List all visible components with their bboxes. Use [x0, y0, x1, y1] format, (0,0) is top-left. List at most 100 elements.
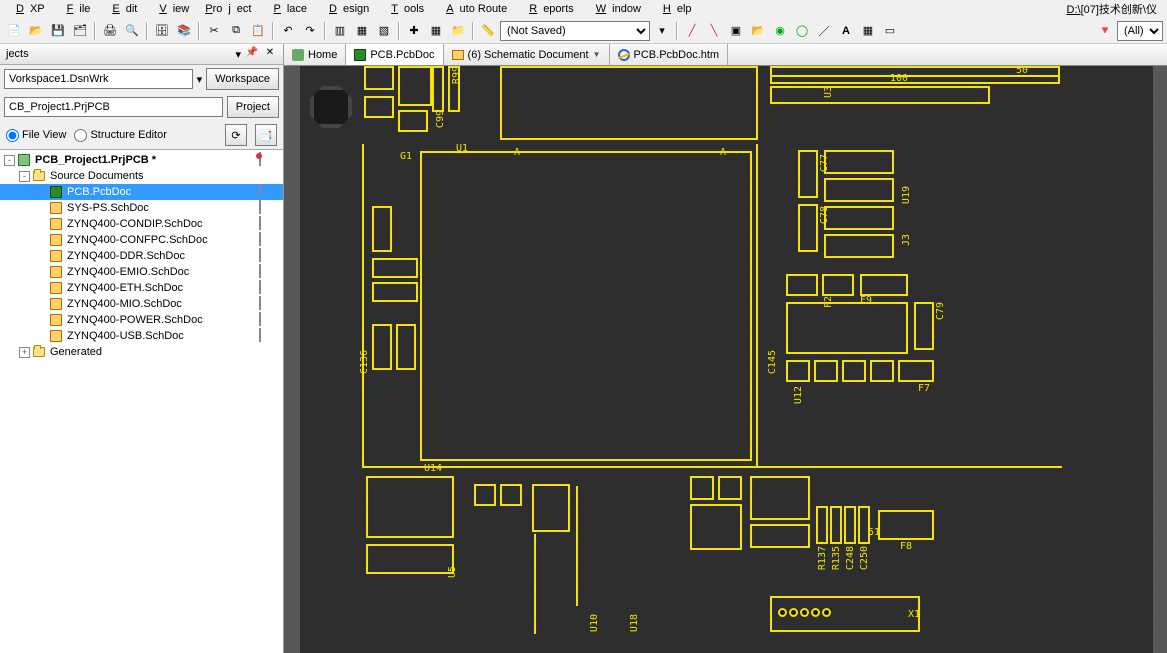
tree-expander-icon[interactable]: -: [19, 171, 30, 182]
tb-plus-icon[interactable]: ✚: [404, 21, 424, 41]
silk-rect: [878, 510, 934, 540]
tb-grid-icon[interactable]: ▦: [858, 21, 878, 41]
panel-compile-icon[interactable]: ⟳: [225, 124, 247, 146]
menu-edit[interactable]: Edit: [100, 2, 143, 16]
tree-row[interactable]: PCB.PcbDoc: [0, 184, 283, 200]
tb-preview-icon[interactable]: 🔍: [122, 21, 142, 41]
workspace-button[interactable]: Workspace: [206, 68, 279, 90]
menu-file[interactable]: File: [55, 2, 97, 16]
tb-dd-icon[interactable]: ▾: [652, 21, 672, 41]
sch-icon: [49, 297, 63, 311]
doc-tab[interactable]: Home: [284, 44, 346, 65]
tb-cut-icon[interactable]: ✂: [204, 21, 224, 41]
save-state-combo[interactable]: (Not Saved): [500, 21, 650, 41]
tb-pad-icon[interactable]: ◯: [792, 21, 812, 41]
silk-label: R135: [832, 546, 842, 570]
structure-radio-input[interactable]: [74, 129, 87, 142]
tb-open-icon[interactable]: 📂: [26, 21, 46, 41]
tb-layer2-icon[interactable]: ▦: [352, 21, 372, 41]
tb-tree-icon[interactable]: 🗄: [152, 21, 172, 41]
tb-sep: [676, 22, 678, 40]
project-tree[interactable]: -PCB_Project1.PrjPCB *-Source DocumentsP…: [0, 149, 283, 653]
silk-label: 51: [868, 528, 880, 538]
silk-line: [362, 144, 364, 468]
tree-row[interactable]: SYS-PS.SchDoc: [0, 200, 283, 216]
tb-folder2-icon[interactable]: 📂: [748, 21, 768, 41]
tb-text-icon[interactable]: A: [836, 21, 856, 41]
main-split: jects ▾ 📌 ✕ ▾ Workspace Project File Vie…: [0, 44, 1167, 653]
menu-bar: DXP File Edit View Project Place Design …: [0, 0, 1167, 18]
tree-row[interactable]: +Generated: [0, 344, 283, 360]
tb-layer3-icon[interactable]: ▧: [374, 21, 394, 41]
fileview-radio-input[interactable]: [6, 129, 19, 142]
tree-status-icon: [259, 153, 273, 167]
tb-line-icon[interactable]: ／: [814, 21, 834, 41]
silk-header: [770, 86, 990, 104]
silk-label: C250: [860, 546, 870, 570]
fileview-radio[interactable]: File View: [6, 129, 66, 142]
tb-netcolor-icon[interactable]: ▣: [726, 21, 746, 41]
menu-project[interactable]: Project: [199, 2, 257, 16]
tree-row[interactable]: ZYNQ400-POWER.SchDoc: [0, 312, 283, 328]
panel-pin-icon[interactable]: 📌: [245, 47, 259, 61]
tree-row[interactable]: ZYNQ400-DDR.SchDoc: [0, 248, 283, 264]
editor-area: HomePCB.PcbDoc(6) Schematic Document▼PCB…: [284, 44, 1167, 653]
tb-route1-icon[interactable]: ╱: [682, 21, 702, 41]
tb-copy-icon[interactable]: ⧉: [226, 21, 246, 41]
menu-place[interactable]: Place: [261, 2, 313, 16]
tb-print-icon[interactable]: 🖨: [100, 21, 120, 41]
tree-row[interactable]: ZYNQ400-ETH.SchDoc: [0, 280, 283, 296]
project-button[interactable]: Project: [227, 96, 279, 118]
panel-options-icon[interactable]: 📑: [255, 124, 277, 146]
tb-paste-icon[interactable]: 📋: [248, 21, 268, 41]
tb-route2-icon[interactable]: ╲: [704, 21, 724, 41]
canvas-left-gutter: [284, 66, 300, 653]
tree-row[interactable]: ZYNQ400-CONFPC.SchDoc: [0, 232, 283, 248]
silk-rect: [824, 150, 894, 174]
doc-tab[interactable]: PCB.PcbDoc.htm: [610, 44, 729, 65]
workspace-field[interactable]: [4, 69, 193, 89]
tb-new-icon[interactable]: 📄: [4, 21, 24, 41]
menu-dxp[interactable]: DXP: [4, 2, 51, 16]
tree-expander-icon[interactable]: +: [19, 347, 30, 358]
tree-row[interactable]: -PCB_Project1.PrjPCB *: [0, 152, 283, 168]
menu-design[interactable]: Design: [317, 2, 375, 16]
menu-reports[interactable]: Reports: [517, 2, 580, 16]
chevron-down-icon[interactable]: ▼: [593, 50, 601, 59]
panel-close-icon[interactable]: ✕: [263, 47, 277, 61]
pcb-canvas[interactable]: G1 C99 R99 U1 A A 50 100 U3: [300, 66, 1153, 653]
silk-label: C99: [436, 110, 446, 128]
silk-rect: [398, 66, 432, 106]
tb-via-icon[interactable]: ◉: [770, 21, 790, 41]
tb-save-icon[interactable]: 💾: [48, 21, 68, 41]
menu-tools[interactable]: Tools: [379, 2, 430, 16]
tb-undo-icon[interactable]: ↶: [278, 21, 298, 41]
menu-help[interactable]: Help: [651, 2, 698, 16]
tb-measure-icon[interactable]: 📏: [478, 21, 498, 41]
project-field[interactable]: [4, 97, 223, 117]
tb-comp-icon[interactable]: ▭: [880, 21, 900, 41]
tb-redo-icon[interactable]: ↷: [300, 21, 320, 41]
tree-row[interactable]: ZYNQ400-CONDIP.SchDoc: [0, 216, 283, 232]
structure-radio[interactable]: Structure Editor: [74, 129, 166, 142]
tree-row[interactable]: -Source Documents: [0, 168, 283, 184]
doc-tab[interactable]: PCB.PcbDoc: [346, 44, 443, 65]
menu-autoroute[interactable]: Auto Route: [434, 2, 513, 16]
tree-expander-icon[interactable]: -: [4, 155, 15, 166]
tb-card-icon[interactable]: 🗂: [70, 21, 90, 41]
workspace-dd-icon[interactable]: ▾: [197, 73, 203, 86]
menu-view[interactable]: View: [147, 2, 195, 16]
tree-row[interactable]: ZYNQ400-USB.SchDoc: [0, 328, 283, 344]
tb-zoomlayers-icon[interactable]: ▥: [330, 21, 350, 41]
filter-combo[interactable]: (All): [1117, 21, 1163, 41]
doc-tab[interactable]: (6) Schematic Document▼: [444, 44, 610, 65]
tb-lib-icon[interactable]: 📚: [174, 21, 194, 41]
tb-filter-icon[interactable]: 🔻: [1095, 21, 1115, 41]
panel-menu-icon[interactable]: ▾: [235, 48, 241, 61]
tree-row[interactable]: ZYNQ400-EMIO.SchDoc: [0, 264, 283, 280]
menu-window[interactable]: Window: [584, 2, 647, 16]
tree-row[interactable]: ZYNQ400-MIO.SchDoc: [0, 296, 283, 312]
tb-browse-icon[interactable]: 📁: [448, 21, 468, 41]
tree-label: ZYNQ400-POWER.SchDoc: [65, 314, 257, 326]
tb-snap-icon[interactable]: ▦: [426, 21, 446, 41]
